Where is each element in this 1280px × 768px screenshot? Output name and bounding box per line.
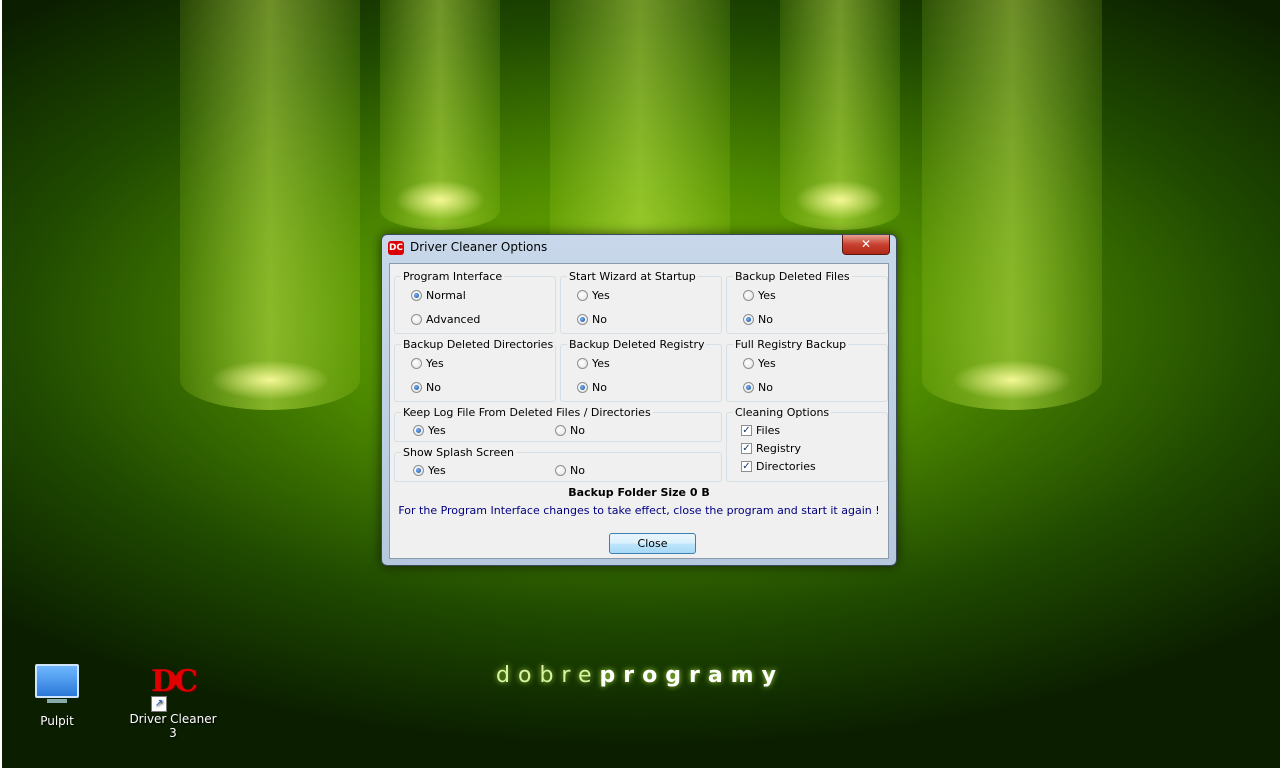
checkbox-checked-icon: ✓: [741, 425, 752, 436]
radio-icon: [743, 314, 754, 325]
radio-label: No: [426, 381, 441, 394]
checkbox-checked-icon: ✓: [741, 443, 752, 454]
group-cleaning-options: Cleaning Options ✓ Files ✓ Registry ✓ Direc…: [726, 406, 888, 482]
desktop-icon-pulpit[interactable]: Pulpit: [12, 662, 102, 728]
group-full-registry: Full Registry Backup Yes No: [726, 338, 888, 402]
backup-folder-size: Backup Folder Size 0 B: [568, 486, 710, 499]
radio-label: No: [592, 381, 607, 394]
radio-icon: [577, 314, 588, 325]
options-dialog: DC Driver Cleaner Options ✕ Program Inte…: [381, 234, 897, 566]
group-splash: Show Splash Screen Yes No: [394, 446, 722, 482]
brand-bold-text: programy: [599, 663, 784, 688]
checkbox-directories[interactable]: ✓ Directories: [741, 460, 816, 473]
brand-light-text: dobre: [496, 663, 600, 688]
radio-icon: [411, 290, 422, 301]
radio-label: Yes: [758, 357, 776, 370]
checkbox-label: Registry: [756, 442, 802, 455]
radio-interface-advanced[interactable]: Advanced: [411, 313, 480, 326]
radio-icon: [411, 382, 422, 393]
radio-icon: [743, 382, 754, 393]
checkbox-files[interactable]: ✓ Files: [741, 424, 780, 437]
radio-label: No: [758, 313, 773, 326]
shortcut-arrow-icon: ↗: [151, 696, 167, 712]
group-label: Keep Log File From Deleted Files / Direc…: [401, 406, 653, 419]
radio-label: Normal: [426, 289, 466, 302]
title-bar[interactable]: DC Driver Cleaner Options ✕: [382, 235, 896, 261]
radio-backup-files-no[interactable]: No: [743, 313, 773, 326]
radio-backup-registry-no[interactable]: No: [577, 381, 607, 394]
app-icon: DC: [388, 241, 404, 255]
radio-label: No: [592, 313, 607, 326]
group-label: Cleaning Options: [733, 406, 832, 419]
window-title: Driver Cleaner Options: [410, 240, 548, 254]
checkbox-checked-icon: ✓: [741, 461, 752, 472]
close-button[interactable]: Close: [609, 533, 696, 554]
radio-label: Yes: [592, 357, 610, 370]
group-start-wizard: Start Wizard at Startup Yes No: [560, 270, 722, 334]
checkbox-label: Files: [756, 424, 781, 437]
radio-icon: [743, 290, 754, 301]
radio-full-registry-no[interactable]: No: [743, 381, 773, 394]
wallpaper-tube: [780, 0, 900, 230]
group-label: Program Interface: [401, 270, 505, 283]
radio-icon: [577, 382, 588, 393]
radio-keep-log-yes[interactable]: Yes: [413, 424, 446, 437]
monitor-icon: [33, 664, 81, 708]
radio-wizard-no[interactable]: No: [577, 313, 607, 326]
radio-backup-dirs-yes[interactable]: Yes: [411, 357, 444, 370]
radio-label: Yes: [428, 464, 446, 477]
desktop-icon-label: Driver Cleaner 3: [129, 712, 217, 740]
radio-label: Yes: [758, 289, 776, 302]
group-label: Full Registry Backup: [733, 338, 849, 351]
desktop-icon-label: Pulpit: [40, 714, 74, 728]
radio-label: Yes: [426, 357, 444, 370]
radio-interface-normal[interactable]: Normal: [411, 289, 466, 302]
radio-label: Advanced: [426, 313, 481, 326]
wallpaper-tube: [180, 0, 360, 410]
wallpaper-tube: [922, 0, 1102, 410]
group-label: Start Wizard at Startup: [567, 270, 698, 283]
checkbox-label: Directories: [756, 460, 816, 473]
interface-change-note: For the Program Interface changes to tak…: [398, 504, 880, 517]
radio-splash-yes[interactable]: Yes: [413, 464, 446, 477]
radio-label: No: [570, 464, 585, 477]
dialog-client: Program Interface Normal Advanced Start …: [389, 263, 889, 559]
radio-wizard-yes[interactable]: Yes: [577, 289, 610, 302]
radio-label: Yes: [428, 424, 446, 437]
group-backup-dirs: Backup Deleted Directories Yes No: [394, 338, 556, 402]
group-label: Backup Deleted Files: [733, 270, 852, 283]
group-label: Backup Deleted Directories: [401, 338, 556, 351]
group-keep-log: Keep Log File From Deleted Files / Direc…: [394, 406, 722, 442]
radio-icon: [577, 358, 588, 369]
screen-edge: [0, 0, 2, 768]
radio-icon: [413, 465, 424, 476]
radio-splash-no[interactable]: No: [555, 464, 585, 477]
wallpaper-tube: [380, 0, 500, 230]
radio-backup-dirs-no[interactable]: No: [411, 381, 441, 394]
radio-label: No: [758, 381, 773, 394]
group-backup-registry: Backup Deleted Registry Yes No: [560, 338, 722, 402]
radio-backup-files-yes[interactable]: Yes: [743, 289, 776, 302]
group-backup-files: Backup Deleted Files Yes No: [726, 270, 888, 334]
checkbox-registry[interactable]: ✓ Registry: [741, 442, 801, 455]
radio-icon: [411, 314, 422, 325]
group-label: Backup Deleted Registry: [567, 338, 707, 351]
radio-icon: [555, 465, 566, 476]
driver-cleaner-icon: DC ↗: [149, 662, 198, 712]
window-close-button[interactable]: ✕: [842, 235, 890, 255]
radio-label: No: [570, 424, 585, 437]
radio-icon: [411, 358, 422, 369]
radio-backup-registry-yes[interactable]: Yes: [577, 357, 610, 370]
group-label: Show Splash Screen: [401, 446, 516, 459]
group-program-interface: Program Interface Normal Advanced: [394, 270, 556, 334]
radio-icon: [577, 290, 588, 301]
radio-icon: [743, 358, 754, 369]
radio-label: Yes: [592, 289, 610, 302]
radio-keep-log-no[interactable]: No: [555, 424, 585, 437]
radio-icon: [555, 425, 566, 436]
radio-full-registry-yes[interactable]: Yes: [743, 357, 776, 370]
desktop-icon-driver-cleaner[interactable]: DC ↗ Driver Cleaner 3: [128, 662, 218, 740]
radio-icon: [413, 425, 424, 436]
